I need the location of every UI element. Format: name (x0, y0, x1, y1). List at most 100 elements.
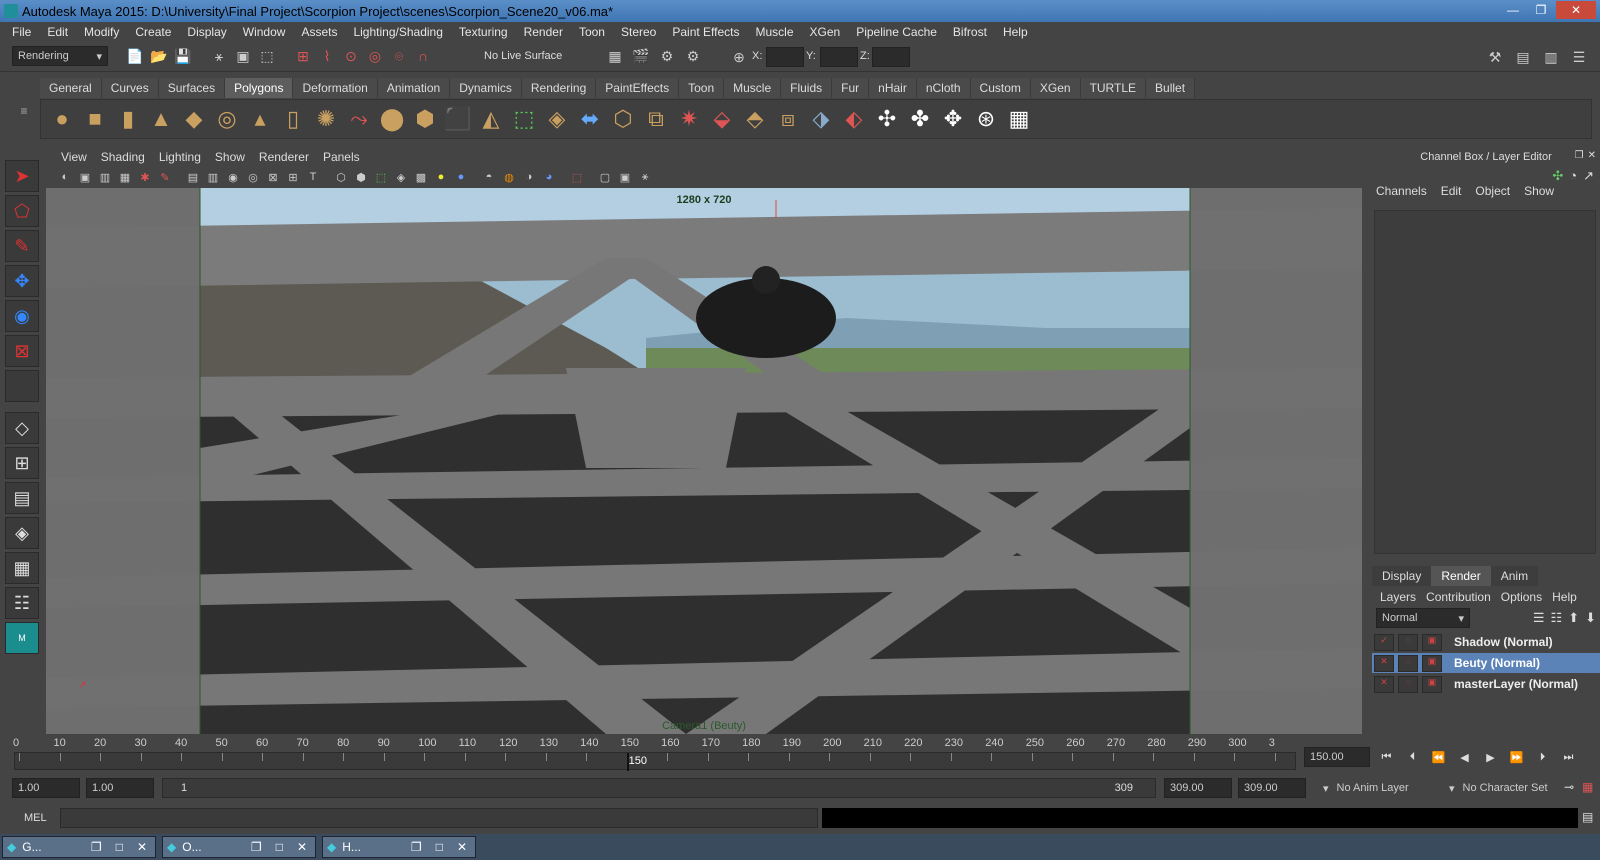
persp-outliner-layout-icon[interactable]: ▤ (5, 482, 39, 514)
shelf-tab-ncloth[interactable]: nCloth (916, 78, 971, 98)
persp-trax-layout-icon[interactable]: ☷ (5, 587, 39, 619)
poly-torus-icon[interactable]: ◎ (212, 104, 242, 134)
film-gate-icon[interactable]: ▥ (204, 168, 222, 186)
gate-mask-icon[interactable]: ◎ (244, 168, 262, 186)
bevel-icon[interactable]: ⬡ (608, 104, 638, 134)
close-icon[interactable]: ✕ (297, 840, 307, 854)
make-live-icon[interactable]: ⌾ (388, 45, 410, 67)
shelf-tab-deformation[interactable]: Deformation (293, 78, 378, 98)
step-forward-key-icon[interactable]: ⏩ (1506, 747, 1527, 767)
shelf-menu-icon[interactable]: ≡ (14, 104, 34, 134)
textured-icon[interactable]: ▩ (412, 168, 430, 186)
menu-bifrost[interactable]: Bifrost (945, 25, 995, 39)
float-panel-icon[interactable]: ❐ (1575, 150, 1584, 161)
viewport-panel[interactable]: ↗ 1280 x 720 Camera1 (Beuty) (46, 188, 1362, 734)
shelf-tab-bullet[interactable]: Bullet (1146, 78, 1196, 98)
grid-icon[interactable]: ▤ (184, 168, 202, 186)
panel-menu-lighting[interactable]: Lighting (152, 150, 208, 164)
menu-assets[interactable]: Assets (293, 25, 345, 39)
move-tool-icon[interactable]: ✥ (5, 265, 39, 297)
camera-select-icon[interactable]: ◐ (56, 168, 74, 186)
go-to-end-icon[interactable]: ⏭ (1558, 747, 1579, 767)
menu-pipeline-cache[interactable]: Pipeline Cache (848, 25, 945, 39)
ipr-render-icon[interactable]: ⚙ (656, 45, 678, 67)
options-menu[interactable]: Options (1501, 590, 1542, 604)
current-time-field[interactable]: 150.00 (1304, 747, 1370, 767)
extract-icon[interactable]: ⧈ (773, 104, 803, 134)
close-button[interactable]: ✕ (1556, 1, 1596, 19)
menu-xgen[interactable]: XGen (802, 25, 849, 39)
step-back-key-icon[interactable]: ⏪ (1428, 747, 1449, 767)
duplicate-face-icon[interactable]: ⬘ (740, 104, 770, 134)
grease-pencil-icon[interactable]: ✎ (156, 168, 174, 186)
smooth-icon[interactable]: ⬢ (410, 104, 440, 134)
manipulator-icon[interactable]: ✣ (1552, 168, 1563, 184)
depth-of-field-icon[interactable]: ◕ (540, 168, 558, 186)
attribute-editor-icon[interactable]: ▤ (1512, 46, 1534, 68)
contribution-menu[interactable]: Contribution (1426, 590, 1491, 604)
channels-menu[interactable]: Channels (1376, 184, 1427, 198)
close-panel-icon[interactable]: ✕ (1588, 150, 1596, 161)
poly-prism-icon[interactable]: ▴ (245, 104, 275, 134)
lasso-tool-icon[interactable]: ⬠ (5, 195, 39, 227)
minimize-button[interactable]: — (1500, 1, 1526, 19)
xray-active-icon[interactable]: ▣ (616, 168, 634, 186)
range-slider[interactable]: 1 309 (162, 778, 1156, 798)
panel-menu-renderer[interactable]: Renderer (252, 150, 316, 164)
step-forward-frame-icon[interactable]: ⏵ (1532, 747, 1553, 767)
menu-lighting-shading[interactable]: Lighting/Shading (345, 25, 450, 39)
move-layer-up-icon[interactable]: ⬆ (1568, 610, 1579, 626)
append-polygon-icon[interactable]: ◭ (476, 104, 506, 134)
shelf-tab-turtle[interactable]: TURTLE (1080, 78, 1147, 98)
resolution-gate-icon[interactable]: ◉ (224, 168, 242, 186)
use-lights-icon[interactable]: ● (432, 168, 450, 186)
shelf-tab-nhair[interactable]: nHair (869, 78, 917, 98)
shelf-tab-dynamics[interactable]: Dynamics (450, 78, 522, 98)
restore-icon[interactable]: ❐ (251, 840, 262, 854)
shelf-tab-painteffects[interactable]: PaintEffects (596, 78, 680, 98)
menu-paint-effects[interactable]: Paint Effects (664, 25, 747, 39)
camera-attributes-icon[interactable]: ▣ (76, 168, 94, 186)
cylindrical-map-icon[interactable]: ✤ (905, 104, 935, 134)
bridge-icon[interactable]: ⬌ (575, 104, 605, 134)
y-field[interactable] (820, 47, 858, 67)
smooth-shade-icon[interactable]: ⬢ (352, 168, 370, 186)
layers-help-menu[interactable]: Help (1552, 590, 1577, 604)
snap-view-plane-icon[interactable]: ◎ (364, 45, 386, 67)
menu-modify[interactable]: Modify (76, 25, 127, 39)
close-icon[interactable]: ✕ (457, 840, 467, 854)
anim-layer-dropdown[interactable]: ▾ No Anim Layer (1318, 778, 1444, 798)
playback-end-field[interactable]: 309.00 (1164, 778, 1232, 798)
sculpt-icon[interactable]: ⬖ (839, 104, 869, 134)
channels-show-menu[interactable]: Show (1524, 184, 1554, 198)
separate-icon[interactable]: ⬤ (377, 104, 407, 134)
menu-render[interactable]: Render (516, 25, 571, 39)
play-forwards-icon[interactable]: ▶ (1480, 747, 1501, 767)
snap-curve-icon[interactable]: ⌇ (316, 45, 338, 67)
safe-action-icon[interactable]: ⊞ (284, 168, 302, 186)
shelf-tab-custom[interactable]: Custom (970, 78, 1031, 98)
motion-blur-icon[interactable]: ◍ (500, 168, 518, 186)
shelf-tab-toon[interactable]: Toon (679, 78, 725, 98)
wireframe-on-shaded-icon[interactable]: ⬚ (372, 168, 390, 186)
animation-end-field[interactable]: 309.00 (1238, 778, 1306, 798)
menu-file[interactable]: File (4, 25, 39, 39)
maximize-icon[interactable]: □ (436, 840, 443, 854)
poly-cylinder-icon[interactable]: ▮ (113, 104, 143, 134)
layer-row-selected[interactable]: ✕ ◌ ▣ Beuty (Normal) (1372, 653, 1600, 673)
render-settings-icon[interactable]: ▣ (1422, 633, 1442, 651)
hud-icon[interactable]: ⚹ (636, 168, 654, 186)
new-scene-icon[interactable]: 📄 (124, 45, 146, 67)
select-component-icon[interactable]: ⬚ (256, 45, 278, 67)
extrude-icon[interactable]: ◈ (542, 104, 572, 134)
split-polygon-icon[interactable]: ⬚ (509, 104, 539, 134)
layer-row[interactable]: ✓ ◌ ▣ Shadow (Normal) (1372, 632, 1600, 652)
go-to-start-icon[interactable]: ⏮ (1376, 747, 1397, 767)
tool-settings-icon[interactable]: ▥ (1540, 46, 1562, 68)
channels-object-menu[interactable]: Object (1475, 184, 1510, 198)
menuset-dropdown[interactable]: Rendering ▾ (12, 46, 108, 66)
automatic-map-icon[interactable]: ⊛ (971, 104, 1001, 134)
paint-select-tool-icon[interactable]: ✎ (5, 230, 39, 262)
layer-tab-anim[interactable]: Anim (1490, 566, 1539, 586)
layer-row[interactable]: ✕ ◌ ▣ masterLayer (Normal) (1372, 674, 1600, 694)
